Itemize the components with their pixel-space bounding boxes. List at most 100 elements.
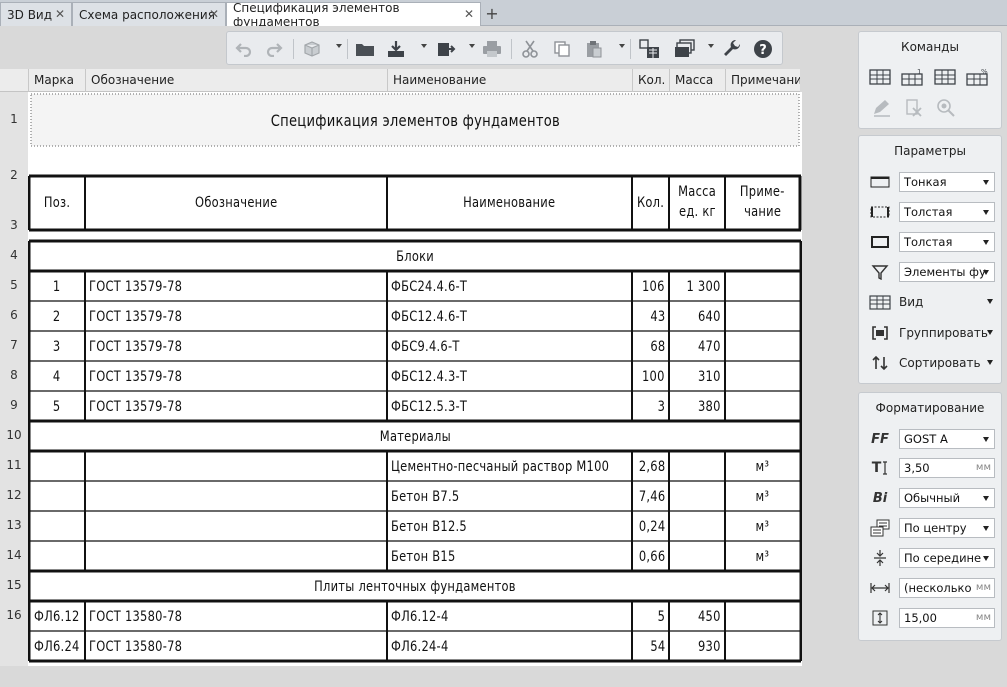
zoom-icon[interactable]	[935, 98, 957, 118]
export-icon[interactable]	[435, 38, 457, 60]
insert-rows-icon[interactable]	[869, 67, 891, 87]
material-row-qty[interactable]: 2,68	[632, 453, 669, 481]
column-header-designation[interactable]: Обозначение	[85, 69, 387, 92]
block-row-name[interactable]: ФБС12.4.3-Т	[387, 363, 632, 391]
cut-icon[interactable]	[519, 38, 541, 60]
material-row-name[interactable]: Бетон В12.5	[387, 513, 632, 541]
block-row-qty[interactable]: 100	[632, 363, 669, 391]
material-row-note[interactable]: м³	[725, 483, 800, 511]
block-row-pos[interactable]: 2	[29, 303, 85, 331]
block-row-qty[interactable]: 68	[632, 333, 669, 361]
material-row-qty[interactable]: 0,66	[632, 543, 669, 571]
row-number[interactable]: 16	[0, 608, 28, 622]
header-pos-cell[interactable]: Поз.	[29, 178, 85, 228]
block-row-pos[interactable]: 5	[29, 393, 85, 421]
header-designation-cell[interactable]: Обозначение	[85, 178, 387, 228]
column-header-name[interactable]: Наименование	[387, 69, 632, 92]
font-select[interactable]: GOST A	[899, 429, 995, 449]
table-layout-icon[interactable]	[639, 38, 661, 60]
add-tab-icon[interactable]: +	[481, 2, 503, 24]
block-row-pos[interactable]: 3	[29, 333, 85, 361]
slab-row-note[interactable]	[725, 633, 800, 661]
corner-cell[interactable]	[0, 69, 28, 92]
slab-row-note[interactable]	[725, 603, 800, 631]
close-icon[interactable]: ✕	[55, 7, 65, 21]
row-number[interactable]: 7	[0, 338, 28, 352]
block-row-designation[interactable]: ГОСТ 13579-78	[85, 333, 387, 361]
view-stack-icon[interactable]	[674, 38, 696, 60]
material-row-designation[interactable]	[85, 543, 387, 571]
block-row-note[interactable]	[725, 273, 800, 301]
header-note-line2-cell[interactable]: чание	[725, 200, 800, 223]
block-row-name[interactable]: ФБС12.4.6-Т	[387, 303, 632, 331]
slab-row-designation[interactable]: ГОСТ 13580-78	[85, 633, 387, 661]
header-name-cell[interactable]: Наименование	[387, 178, 632, 228]
block-row-qty[interactable]: 3	[632, 393, 669, 421]
block-row-mass[interactable]: 1 300	[669, 273, 725, 301]
material-row-name[interactable]: Цементно-песчаный раствор М100	[387, 453, 632, 481]
section-materials-cell[interactable]: Материалы	[29, 423, 801, 451]
block-row-name[interactable]: ФБС9.4.6-Т	[387, 333, 632, 361]
row-number[interactable]: 13	[0, 518, 28, 532]
section-blocks-cell[interactable]: Блоки	[29, 243, 801, 271]
horizontal-align-select[interactable]: По центру	[899, 518, 995, 538]
row-number[interactable]: 11	[0, 458, 28, 472]
slab-row-mass[interactable]: 930	[669, 633, 725, 661]
material-row-note[interactable]: м³	[725, 453, 800, 481]
slab-row-pos[interactable]: ФЛ6.12	[29, 603, 85, 631]
sort-row[interactable]: Сортировать	[869, 353, 995, 373]
row-number[interactable]: 8	[0, 368, 28, 382]
help-icon[interactable]: ?	[752, 38, 774, 60]
block-row-note[interactable]	[725, 303, 800, 331]
block-row-designation[interactable]: ГОСТ 13579-78	[85, 273, 387, 301]
column-header-note[interactable]: Примечани	[725, 69, 800, 92]
slab-row-designation[interactable]: ГОСТ 13580-78	[85, 603, 387, 631]
material-row-pos[interactable]	[29, 483, 85, 511]
filter-select[interactable]: Элементы фу	[899, 262, 995, 282]
material-row-name[interactable]: Бетон В15	[387, 543, 632, 571]
material-row-pos[interactable]	[29, 453, 85, 481]
row-number[interactable]: 4	[0, 248, 28, 262]
block-row-mass[interactable]: 380	[669, 393, 725, 421]
header-mass-line2-cell[interactable]: ед. кг	[669, 200, 725, 223]
material-row-pos[interactable]	[29, 513, 85, 541]
cube-icon[interactable]	[301, 38, 323, 60]
material-row-mass[interactable]	[669, 543, 725, 571]
block-row-note[interactable]	[725, 363, 800, 391]
block-row-note[interactable]	[725, 333, 800, 361]
block-row-pos[interactable]: 1	[29, 273, 85, 301]
material-row-qty[interactable]: 7,46	[632, 483, 669, 511]
numbered-rows-icon[interactable]: 1	[901, 67, 923, 87]
spec-title-cell[interactable]: Спецификация элементов фундаментов	[31, 94, 799, 146]
text-height-input[interactable]: 3,50 мм	[899, 458, 995, 478]
material-row-qty[interactable]: 0,24	[632, 513, 669, 541]
row-height-input[interactable]: 15,00 мм	[899, 608, 995, 628]
row-number[interactable]: 10	[0, 428, 28, 442]
percent-rows-icon[interactable]: %	[966, 67, 988, 87]
row-number[interactable]: 5	[0, 278, 28, 292]
edit-icon[interactable]	[871, 98, 893, 118]
block-row-mass[interactable]: 310	[669, 363, 725, 391]
block-row-note[interactable]	[725, 393, 800, 421]
slab-row-mass[interactable]: 450	[669, 603, 725, 631]
copy-icon[interactable]	[551, 38, 573, 60]
section-slabs-cell[interactable]: Плиты ленточных фундаментов	[29, 573, 801, 601]
column-header-qty[interactable]: Кол.	[632, 69, 669, 92]
material-row-name[interactable]: Бетон В7.5	[387, 483, 632, 511]
import-icon[interactable]	[385, 38, 407, 60]
slab-row-name[interactable]: ФЛ6.24-4	[387, 633, 632, 661]
material-row-note[interactable]: м³	[725, 543, 800, 571]
row-number[interactable]: 14	[0, 548, 28, 562]
block-row-designation[interactable]: ГОСТ 13579-78	[85, 303, 387, 331]
close-icon[interactable]: ✕	[464, 7, 474, 21]
slab-row-qty[interactable]: 5	[632, 603, 669, 631]
slab-row-pos[interactable]: ФЛ6.24	[29, 633, 85, 661]
group-row[interactable]: Группировать	[869, 323, 995, 343]
font-style-select[interactable]: Обычный	[899, 488, 995, 508]
material-row-designation[interactable]	[85, 453, 387, 481]
line-thickness-select[interactable]: Тонкая	[899, 172, 995, 192]
tab-3d-view[interactable]: 3D Вид ✕	[0, 2, 72, 26]
material-row-pos[interactable]	[29, 543, 85, 571]
block-row-mass[interactable]: 640	[669, 303, 725, 331]
slab-row-name[interactable]: ФЛ6.12-4	[387, 603, 632, 631]
